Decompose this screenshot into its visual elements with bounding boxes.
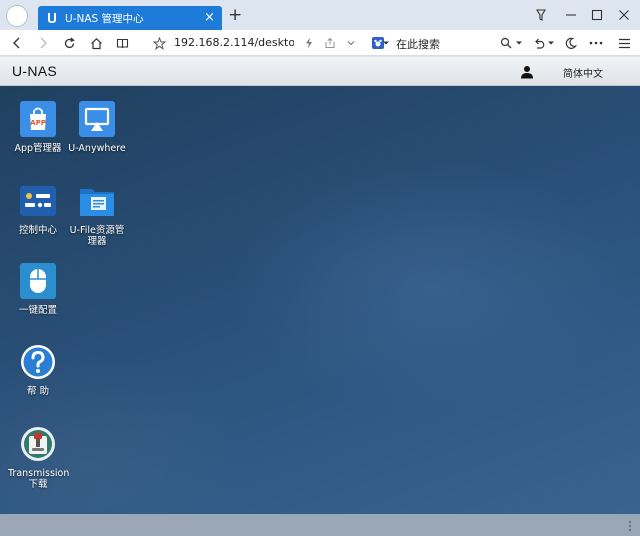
tab-close-icon[interactable]: × xyxy=(203,11,216,24)
unas-favicon-icon xyxy=(45,12,58,25)
tab-unas-admin[interactable]: U-NAS 管理中心 × xyxy=(38,6,222,30)
browser-tab-bar: U-NAS 管理中心 × + xyxy=(0,0,640,30)
undo-dropdown-icon[interactable] xyxy=(545,34,557,52)
search-dropdown-icon[interactable] xyxy=(513,34,525,52)
tab-title: U-NAS 管理中心 xyxy=(65,12,144,25)
browser-nav-bar: 192.168.2.114/desktop/a 在此搜索 xyxy=(0,30,640,56)
mouse-icon xyxy=(20,263,56,299)
close-window-icon[interactable] xyxy=(616,7,632,23)
folder-icon xyxy=(79,183,115,219)
transmission-icon xyxy=(20,426,56,462)
address-bar-url[interactable]: 192.168.2.114/desktop/a xyxy=(174,36,294,49)
night-mode-icon[interactable] xyxy=(561,34,579,52)
search-engine-dropdown-icon[interactable] xyxy=(381,34,391,52)
desktop-icon-control-center[interactable]: 控制中心 xyxy=(8,183,68,236)
more-menu-icon[interactable] xyxy=(587,34,605,52)
svg-text:APP: APP xyxy=(30,119,46,127)
desktop: APP App管理器 U-Anywhere 控制中心 U-File资源管理器 一… xyxy=(0,86,640,514)
desktop-icon-label: U-Anywhere xyxy=(68,143,126,154)
desktop-icon-u-file[interactable]: U-File资源管理器 xyxy=(67,183,127,247)
taskbar xyxy=(0,514,640,536)
sidebar-menu-icon[interactable] xyxy=(615,34,633,52)
back-icon[interactable] xyxy=(8,34,26,52)
app-logo[interactable]: U-NAS xyxy=(12,63,57,79)
desktop-icon-one-click-config[interactable]: 一键配置 xyxy=(8,263,68,316)
remote-display-icon xyxy=(79,101,115,137)
forward-icon[interactable] xyxy=(34,34,52,52)
share-icon[interactable] xyxy=(321,34,339,52)
pin-icon[interactable] xyxy=(533,7,549,23)
favorite-star-icon[interactable] xyxy=(150,34,168,52)
help-icon xyxy=(20,344,56,380)
user-icon[interactable] xyxy=(520,65,534,79)
browser-logo-icon[interactable] xyxy=(6,5,28,27)
control-panel-icon xyxy=(20,183,56,219)
desktop-icon-label: 控制中心 xyxy=(18,225,57,236)
desktop-icon-u-anywhere[interactable]: U-Anywhere xyxy=(67,101,127,154)
desktop-icon-app-manager[interactable]: APP App管理器 xyxy=(8,101,68,154)
minimize-icon[interactable] xyxy=(563,7,579,23)
app-store-icon: APP xyxy=(20,101,56,137)
desktop-icon-label: App管理器 xyxy=(14,143,62,154)
language-selector[interactable]: 简体中文 xyxy=(563,65,603,80)
desktop-icon-help[interactable]: 帮 助 xyxy=(8,344,68,397)
reload-icon[interactable] xyxy=(60,34,78,52)
desktop-icon-label: Transmission下载 xyxy=(8,468,70,490)
desktop-icon-label: 帮 助 xyxy=(26,386,50,397)
app-header: U-NAS 简体中文 xyxy=(0,57,640,86)
desktop-icon-label: 一键配置 xyxy=(18,305,57,316)
search-input[interactable]: 在此搜索 xyxy=(396,36,440,52)
new-tab-button[interactable]: + xyxy=(228,7,242,24)
more-dots-icon[interactable] xyxy=(628,520,632,532)
home-icon[interactable] xyxy=(87,34,105,52)
desktop-icon-label: U-File资源管理器 xyxy=(69,225,125,247)
maximize-icon[interactable] xyxy=(589,7,605,23)
address-dropdown-icon[interactable] xyxy=(342,34,360,52)
desktop-icon-transmission[interactable]: Transmission下载 xyxy=(8,426,70,490)
reading-mode-icon[interactable] xyxy=(113,34,131,52)
lightning-icon[interactable] xyxy=(300,34,318,52)
